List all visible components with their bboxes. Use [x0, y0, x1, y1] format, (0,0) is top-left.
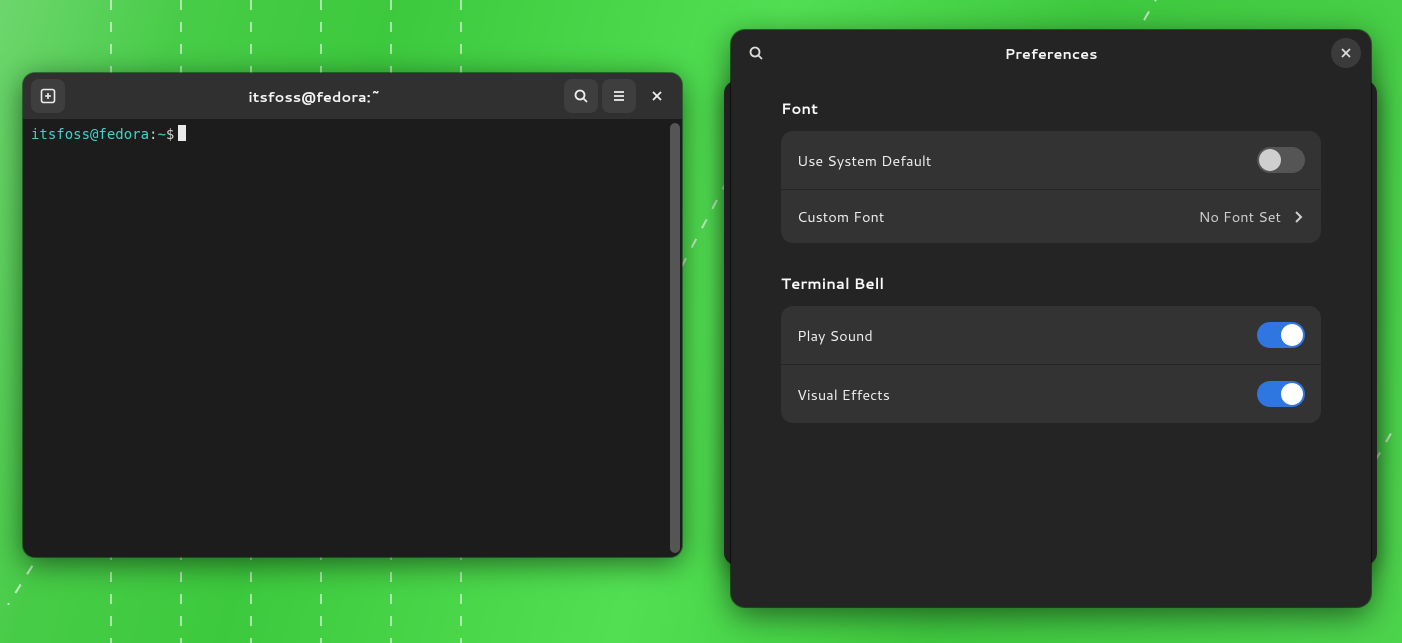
visual-effects-label: Visual Effects [797, 384, 890, 405]
terminal-scrollbar[interactable] [670, 123, 680, 553]
hamburger-icon [611, 88, 627, 104]
preferences-window: Preferences Font Use System Default Cust… [731, 30, 1371, 607]
menu-button[interactable] [602, 79, 636, 113]
play-sound-row[interactable]: Play Sound [781, 306, 1321, 364]
play-sound-label: Play Sound [797, 325, 873, 346]
use-system-default-label: Use System Default [797, 150, 931, 171]
custom-font-row[interactable]: Custom Font No Font Set [781, 189, 1321, 243]
custom-font-value: No Font Set [1199, 206, 1281, 227]
font-section-heading: Font [781, 98, 1321, 119]
search-icon [748, 45, 764, 61]
preferences-title: Preferences [731, 43, 1371, 64]
terminal-bell-group: Play Sound Visual Effects [781, 306, 1321, 423]
preferences-search-button[interactable] [741, 38, 771, 68]
visual-effects-toggle[interactable] [1257, 381, 1305, 407]
chevron-right-icon [1291, 210, 1305, 224]
new-tab-button[interactable] [31, 79, 65, 113]
prompt-path: ~ [157, 127, 165, 143]
new-tab-icon [40, 88, 56, 104]
use-system-default-row[interactable]: Use System Default [781, 131, 1321, 189]
font-group: Use System Default Custom Font No Font S… [781, 131, 1321, 243]
custom-font-label: Custom Font [797, 206, 884, 227]
close-icon [650, 89, 664, 103]
prompt-user: itsfoss@fedora [31, 127, 149, 143]
preferences-header: Preferences [731, 30, 1371, 76]
preferences-body: Font Use System Default Custom Font No F… [731, 76, 1371, 475]
terminal-cursor [178, 125, 186, 141]
visual-effects-row[interactable]: Visual Effects [781, 364, 1321, 423]
terminal-window: itsfoss@fedora:~ itsfoss@fedora:~$ [23, 73, 682, 557]
play-sound-toggle[interactable] [1257, 322, 1305, 348]
search-button[interactable] [564, 79, 598, 113]
preferences-close-button[interactable] [1331, 38, 1361, 68]
terminal-body[interactable]: itsfoss@fedora:~$ [23, 119, 682, 557]
close-icon [1340, 47, 1352, 59]
terminal-bell-section-heading: Terminal Bell [781, 273, 1321, 294]
use-system-default-toggle[interactable] [1257, 147, 1305, 173]
close-window-button[interactable] [640, 79, 674, 113]
search-icon [573, 88, 589, 104]
terminal-header: itsfoss@fedora:~ [23, 73, 682, 119]
terminal-title: itsfoss@fedora:~ [69, 86, 560, 107]
prompt-symbol: $ [166, 127, 174, 143]
